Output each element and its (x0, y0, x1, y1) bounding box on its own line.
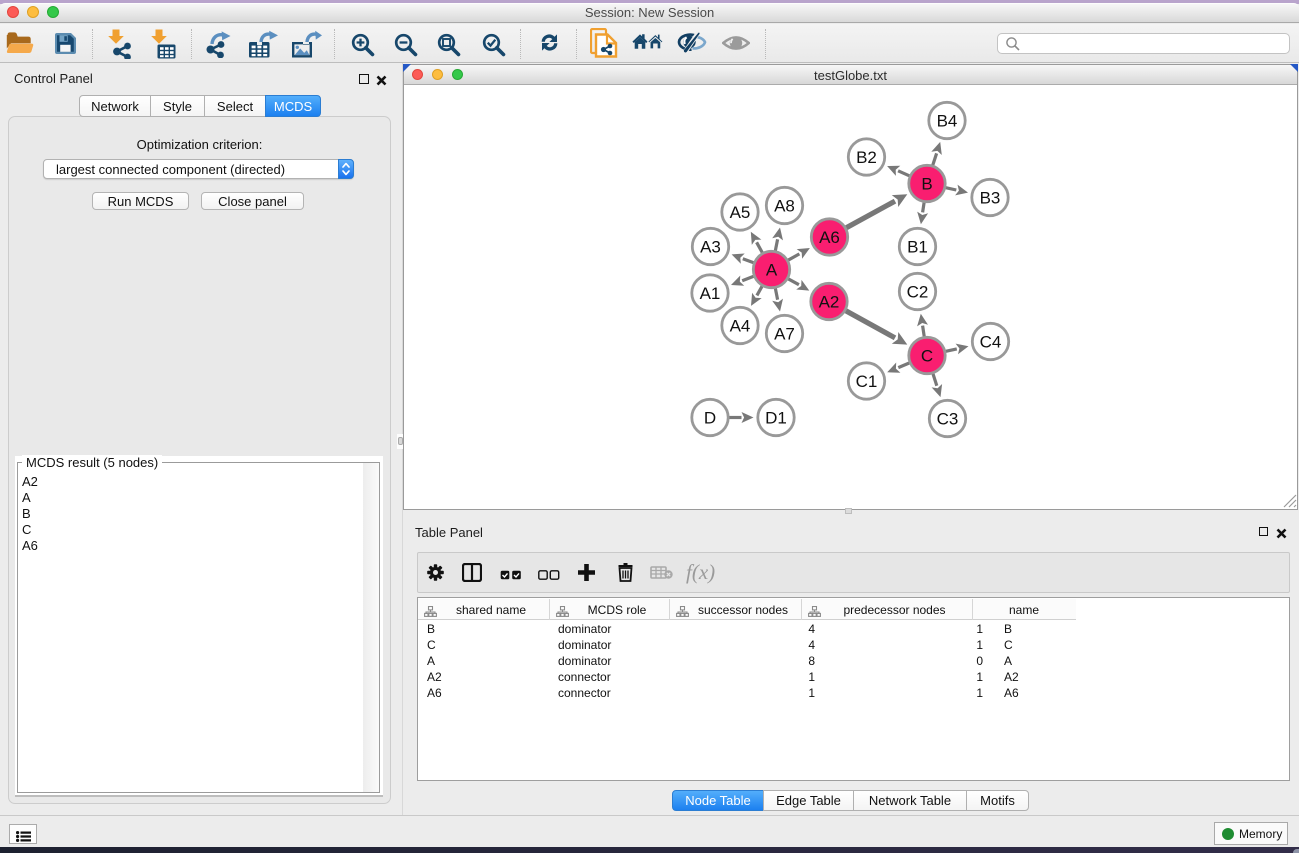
svg-text:A: A (766, 261, 778, 280)
svg-text:A2: A2 (819, 293, 840, 312)
svg-text:C2: C2 (907, 283, 929, 302)
svg-text:A5: A5 (730, 203, 751, 222)
svg-text:A6: A6 (819, 228, 840, 247)
svg-text:C3: C3 (937, 410, 959, 429)
svg-text:A4: A4 (730, 317, 751, 336)
svg-text:C: C (921, 347, 933, 366)
svg-text:A8: A8 (774, 197, 795, 216)
svg-text:D: D (704, 409, 716, 428)
svg-text:B3: B3 (980, 189, 1001, 208)
svg-text:A7: A7 (774, 325, 795, 344)
svg-text:A3: A3 (700, 238, 721, 257)
svg-text:B2: B2 (856, 148, 877, 167)
svg-text:B: B (921, 175, 932, 194)
svg-text:C1: C1 (856, 372, 878, 391)
svg-text:C4: C4 (980, 333, 1002, 352)
svg-text:D1: D1 (765, 409, 787, 428)
svg-text:B1: B1 (907, 238, 928, 257)
svg-text:B4: B4 (937, 112, 958, 131)
svg-text:A1: A1 (700, 284, 721, 303)
